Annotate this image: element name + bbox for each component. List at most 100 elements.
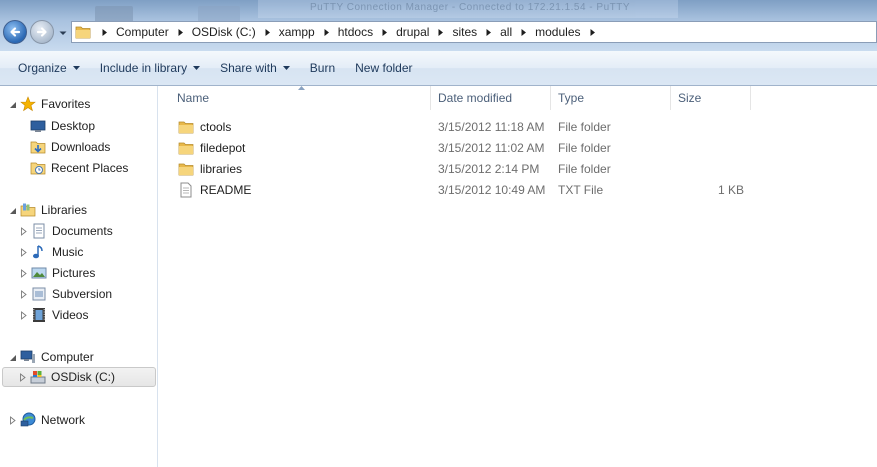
command-bar: Organize Include in library Share with B…	[0, 51, 877, 86]
nav-label: Libraries	[41, 203, 88, 217]
breadcrumb-item[interactable]: sites	[450, 25, 479, 39]
nav-label: Network	[41, 413, 86, 427]
nav-label: Pictures	[52, 266, 96, 280]
collapse-triangle-icon[interactable]	[8, 206, 17, 215]
nav-item-osdisk[interactable]: OSDisk (C:)	[2, 367, 156, 387]
expand-triangle-icon[interactable]	[8, 415, 17, 425]
nav-label: Recent Places	[51, 161, 129, 175]
nav-item-favorites[interactable]: Favorites	[8, 94, 90, 114]
breadcrumb-item[interactable]: drupal	[394, 25, 431, 39]
file-size: 1 KB	[717, 182, 744, 197]
file-name: libraries	[200, 161, 243, 176]
forward-button[interactable]	[30, 20, 54, 44]
address-bar[interactable]: Computer OSDisk (C:) xampp htdocs drupal site…	[71, 21, 877, 43]
breadcrumb-item[interactable]: htdocs	[336, 25, 375, 39]
nav-label: Downloads	[51, 140, 111, 154]
recent-places-icon	[30, 162, 46, 175]
background-window-title-text: PuTTY Connection Manager - Connected to …	[310, 2, 631, 13]
music-icon	[33, 245, 43, 259]
subversion-icon	[32, 287, 46, 301]
nav-item-music[interactable]: Music	[19, 242, 83, 262]
file-date-modified: 3/15/2012 11:02 AM	[438, 140, 545, 155]
documents-icon	[33, 223, 45, 239]
nav-item-recent-places[interactable]: Recent Places	[30, 158, 128, 178]
file-name: ctools	[200, 119, 232, 134]
share-with-label: Share with	[220, 61, 277, 75]
column-header-type[interactable]: Type	[551, 86, 671, 110]
file-row[interactable]: filedepot 3/15/2012 11:02 AM File folder	[159, 137, 759, 158]
column-header-label: Date modified	[438, 91, 513, 105]
breadcrumb-separator-icon[interactable]	[322, 28, 331, 37]
folder-icon	[75, 26, 91, 39]
breadcrumb-separator-icon[interactable]	[100, 28, 109, 37]
recent-pages-dropdown[interactable]	[58, 28, 68, 38]
nav-item-videos[interactable]: Videos	[19, 305, 88, 325]
chevron-down-icon	[193, 66, 201, 70]
chevron-down-icon	[72, 66, 80, 70]
file-type: File folder	[558, 119, 611, 134]
expand-triangle-icon[interactable]	[19, 289, 28, 299]
expand-triangle-icon[interactable]	[19, 268, 28, 278]
file-row[interactable]: libraries 3/15/2012 2:14 PM File folder	[159, 158, 759, 179]
expand-triangle-icon[interactable]	[19, 247, 28, 257]
breadcrumb-separator-icon[interactable]	[263, 28, 272, 37]
file-name: filedepot	[200, 140, 246, 155]
nav-item-computer[interactable]: Computer	[8, 347, 94, 367]
videos-icon	[33, 308, 45, 322]
nav-label: Documents	[52, 224, 113, 238]
nav-item-subversion[interactable]: Subversion	[19, 284, 112, 304]
star-icon	[20, 96, 36, 112]
breadcrumb-item[interactable]: Computer	[114, 25, 171, 39]
breadcrumb-item[interactable]: modules	[533, 25, 582, 39]
breadcrumb-item[interactable]: all	[498, 25, 514, 39]
collapse-triangle-icon[interactable]	[8, 100, 17, 109]
file-type: File folder	[558, 161, 611, 176]
breadcrumb-item[interactable]: xampp	[277, 25, 317, 39]
column-header-name[interactable]: Name	[159, 86, 431, 110]
burn-button[interactable]: Burn	[300, 55, 345, 81]
breadcrumb-separator-icon[interactable]	[176, 28, 185, 37]
column-header-date-modified[interactable]: Date modified	[431, 86, 551, 110]
file-row[interactable]: README 3/15/2012 10:49 AM TXT File 1 KB	[159, 179, 759, 200]
breadcrumb-separator-icon[interactable]	[484, 28, 493, 37]
breadcrumb-separator-icon[interactable]	[519, 28, 528, 37]
nav-item-network[interactable]: Network	[8, 410, 85, 430]
burn-label: Burn	[309, 61, 336, 75]
file-type: TXT File	[558, 182, 604, 197]
chevron-down-icon	[282, 66, 290, 70]
nav-item-libraries[interactable]: Libraries	[8, 200, 87, 220]
nav-label: Desktop	[51, 119, 96, 133]
breadcrumb-separator-icon[interactable]	[436, 28, 445, 37]
network-icon	[20, 412, 36, 427]
column-header-size[interactable]: Size	[671, 86, 751, 110]
new-folder-label: New folder	[355, 61, 413, 75]
navigation-pane: Favorites Desktop Downloads Recent Place…	[0, 86, 158, 467]
organize-button[interactable]: Organize	[8, 55, 90, 81]
nav-item-downloads[interactable]: Downloads	[30, 137, 110, 157]
desktop-icon	[30, 120, 46, 132]
breadcrumb-separator-icon[interactable]	[588, 28, 597, 37]
column-header-label: Size	[678, 91, 702, 105]
collapse-triangle-icon[interactable]	[8, 353, 17, 362]
include-in-library-button[interactable]: Include in library	[90, 55, 210, 81]
new-folder-button[interactable]: New folder	[345, 55, 422, 81]
nav-item-desktop[interactable]: Desktop	[30, 116, 95, 136]
file-date-modified: 3/15/2012 10:49 AM	[438, 182, 546, 197]
expand-triangle-icon[interactable]	[18, 372, 27, 382]
organize-label: Organize	[18, 61, 67, 75]
back-button[interactable]	[3, 20, 27, 44]
file-date-modified: 3/15/2012 2:14 PM	[438, 161, 540, 176]
breadcrumb-item[interactable]: OSDisk (C:)	[190, 25, 258, 39]
nav-label: OSDisk (C:)	[51, 370, 115, 384]
pictures-icon	[31, 267, 47, 279]
expand-triangle-icon[interactable]	[19, 310, 28, 320]
file-row[interactable]: ctools 3/15/2012 11:18 AM File folder	[159, 116, 759, 137]
share-with-button[interactable]: Share with	[210, 55, 300, 81]
back-arrow-icon	[10, 27, 21, 37]
nav-item-pictures[interactable]: Pictures	[19, 263, 95, 283]
breadcrumb-separator-icon[interactable]	[380, 28, 389, 37]
nav-label: Computer	[41, 350, 94, 364]
expand-triangle-icon[interactable]	[19, 226, 28, 236]
breadcrumb: Computer OSDisk (C:) xampp htdocs drupal site…	[95, 25, 602, 39]
nav-item-documents[interactable]: Documents	[19, 221, 113, 241]
